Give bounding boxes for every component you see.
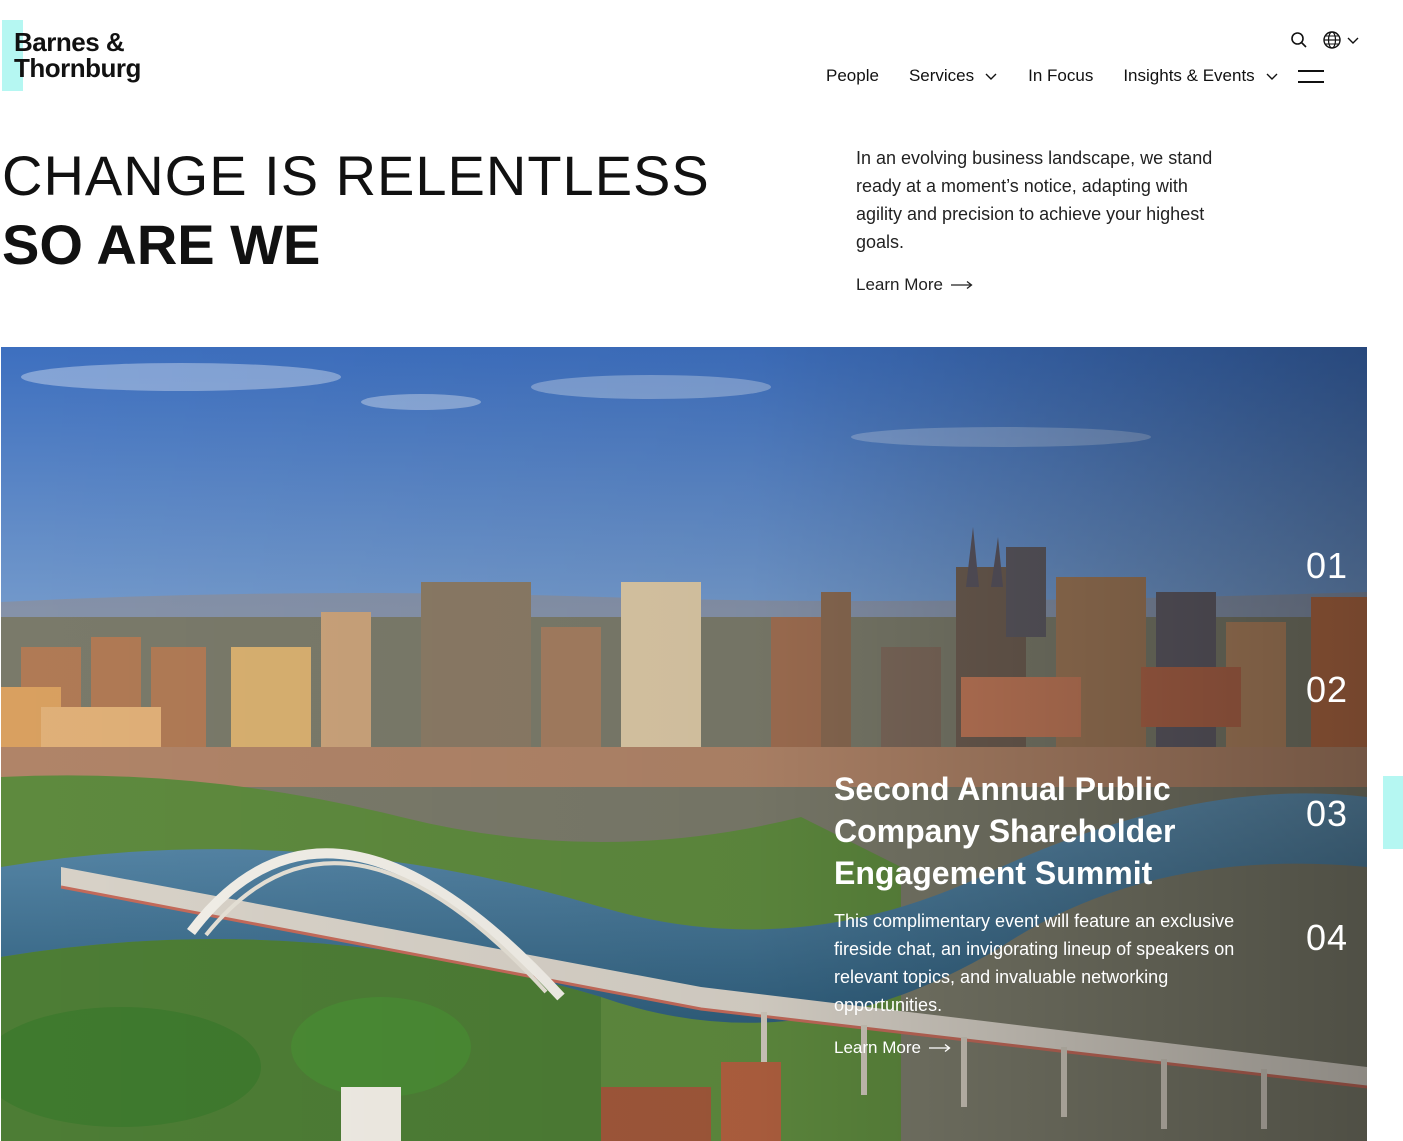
nav-item-label: Services [908, 66, 975, 85]
hero-headline-line-1: CHANGE IS RELENTLESS [2, 144, 710, 207]
hero-learn-more-link[interactable]: Learn More [856, 275, 973, 295]
logo-line-2: Thornburg [14, 53, 141, 83]
city-skyline-image [1, 347, 1367, 1141]
learn-more-label: Learn More [834, 1038, 921, 1057]
nav-item-people[interactable]: People [826, 66, 879, 86]
chevron-down-icon [1266, 73, 1278, 80]
logo-line-1: Barnes & [14, 27, 125, 57]
utility-bar [1290, 30, 1360, 50]
search-button[interactable] [1290, 31, 1308, 49]
arrow-right-icon [928, 1043, 951, 1053]
hero-headline-line-2: SO ARE WE [2, 213, 321, 276]
nav-item-insights-events[interactable]: Insights & Events [1123, 66, 1278, 86]
search-icon [1291, 32, 1307, 48]
slide-number-1[interactable]: 01 [1306, 545, 1348, 587]
slide-title: Second Annual Public Company Shareholder… [834, 771, 1176, 891]
hamburger-icon[interactable] [1298, 70, 1324, 84]
chevron-down-icon [1347, 37, 1359, 44]
globe-icon [1323, 31, 1341, 49]
nav-item-label: Insights & Events [1123, 66, 1255, 85]
hero-intro: In an evolving business landscape, we st… [856, 148, 1213, 252]
slide-learn-more-link[interactable]: Learn More [834, 1038, 951, 1058]
slide-description: This complimentary event will feature an… [834, 911, 1235, 1015]
brand-logo[interactable]: Barnes & Thornburg [2, 20, 172, 92]
slide-number-3[interactable]: 03 [1306, 793, 1348, 835]
main-nav: People Services In Focus Insights & Even… [826, 66, 1309, 86]
language-selector[interactable] [1322, 30, 1360, 50]
active-slide-indicator [1383, 776, 1403, 849]
nav-item-services[interactable]: Services [909, 66, 998, 86]
arrow-right-icon [950, 280, 973, 290]
learn-more-label: Learn More [856, 275, 943, 294]
chevron-down-icon [985, 73, 997, 80]
nav-item-label: In Focus [1028, 66, 1094, 85]
slide-number-4[interactable]: 04 [1306, 917, 1348, 959]
nav-item-in-focus[interactable]: In Focus [1028, 66, 1093, 86]
hero-slider: Second Annual Public Company Shareholder… [1, 347, 1367, 1141]
logo-wordmark: Barnes & Thornburg [14, 29, 141, 81]
slide-number-2[interactable]: 02 [1306, 669, 1348, 711]
nav-item-label: People [826, 66, 879, 85]
